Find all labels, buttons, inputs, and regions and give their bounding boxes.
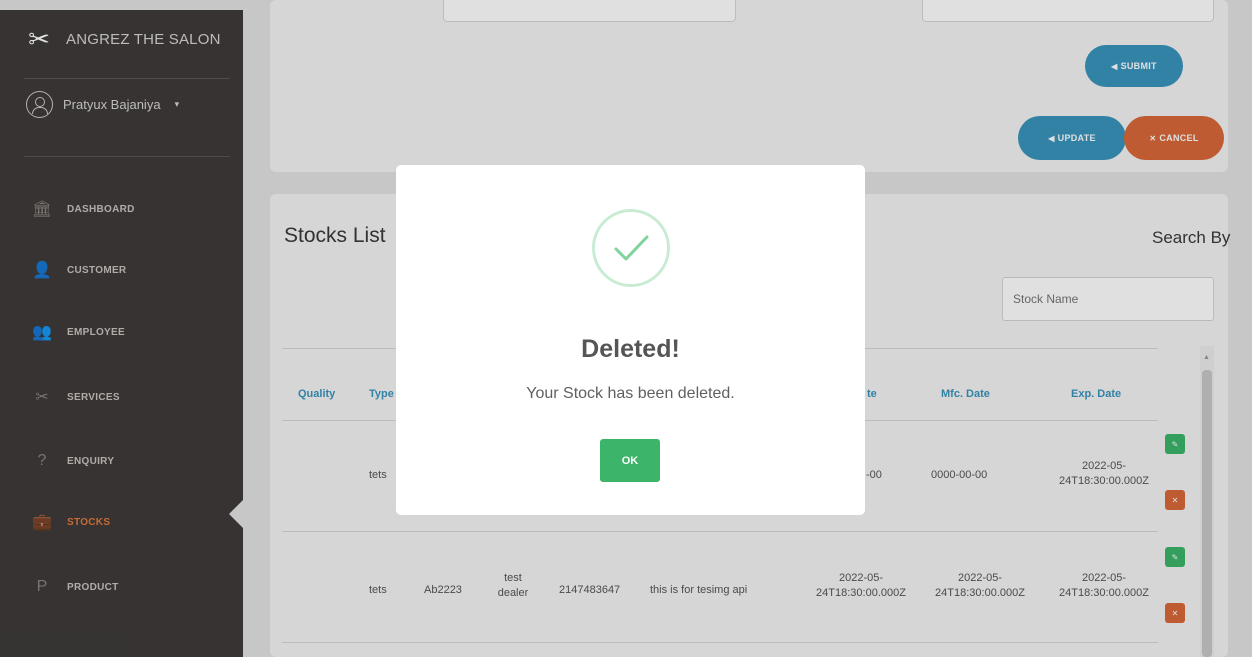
success-check-icon	[592, 209, 670, 287]
dialog-message: Your Stock has been deleted.	[526, 385, 735, 402]
dialog-title: Deleted!	[581, 335, 680, 363]
ok-button[interactable]: OK	[600, 439, 660, 482]
success-dialog: Deleted! Your Stock has been deleted. OK	[396, 165, 865, 515]
